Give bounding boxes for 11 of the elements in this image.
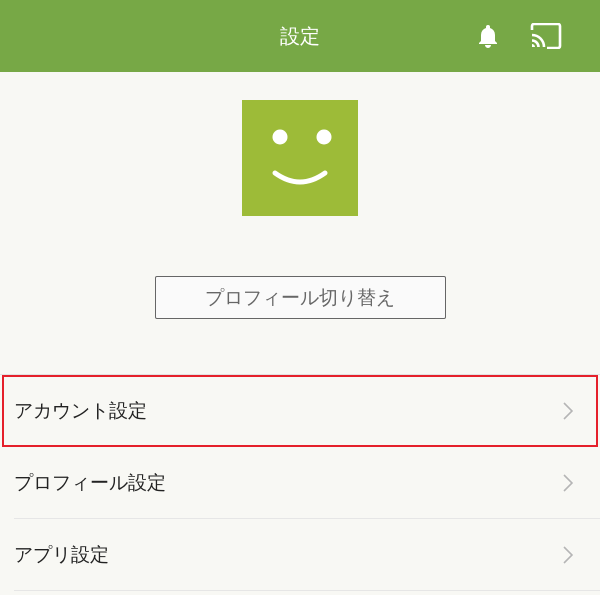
chevron-right-icon [563, 402, 573, 420]
avatar-icon [242, 100, 358, 216]
bell-icon[interactable] [478, 24, 498, 48]
settings-menu-item[interactable]: アカウント設定 [2, 375, 598, 447]
chevron-right-icon [563, 546, 573, 564]
chevron-right-icon [563, 474, 573, 492]
switch-profile-button[interactable]: プロフィール切り替え [154, 276, 446, 319]
settings-menu-item[interactable]: アプリ設定 [14, 519, 600, 591]
settings-menu-item[interactable]: プロフィール設定 [14, 447, 600, 519]
screen-title: 設定 [280, 22, 320, 50]
cast-icon[interactable] [530, 23, 562, 49]
